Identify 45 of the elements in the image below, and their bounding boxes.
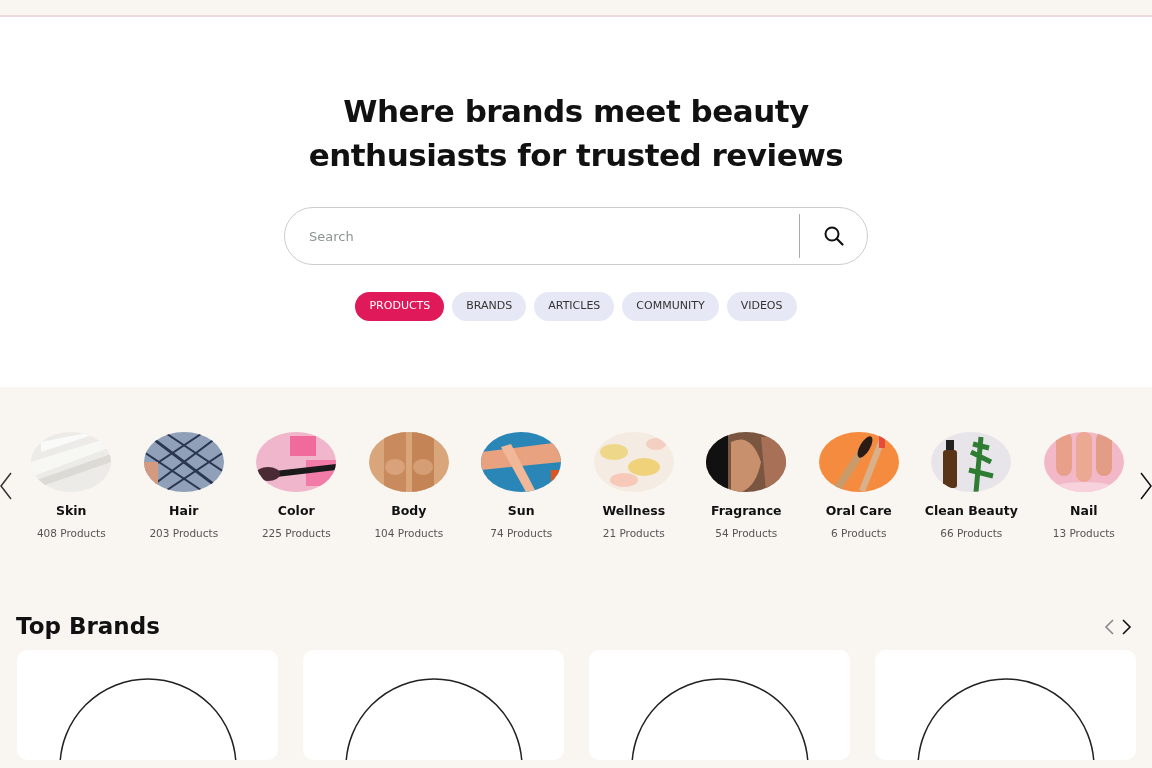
product-count: 408 Products: [35, 525, 107, 541]
chevron-right-icon: [1122, 619, 1132, 635]
category-item[interactable]: Color 225 Products: [240, 432, 353, 542]
category-name: Nail: [1069, 502, 1099, 520]
product-count: 225 Products: [260, 525, 332, 541]
category-item[interactable]: Sun 74 Products: [465, 432, 578, 542]
product-count: 13 Products: [1051, 525, 1116, 541]
category-name: Wellness: [601, 502, 667, 520]
filter-tab[interactable]: VIDEOS: [726, 292, 797, 321]
product-count: 66 Products: [939, 525, 1004, 541]
hero-title: Where brands meet beauty enthusiasts for trusted reviews: [307, 92, 845, 175]
next-button[interactable]: [1140, 472, 1152, 500]
product-count: 104 Products: [373, 525, 445, 541]
filter-tab[interactable]: PRODUCTS: [355, 292, 445, 321]
filter-tab[interactable]: COMMUNITY: [622, 292, 719, 321]
category-item[interactable]: Oral Care 6 Products: [802, 432, 915, 542]
product-count: 203 Products: [148, 525, 220, 541]
category-name: Oral Care: [824, 502, 893, 520]
search-field[interactable]: Search: [284, 207, 868, 265]
category-item[interactable]: Hair 203 Products: [127, 432, 240, 542]
filter-tab[interactable]: BRANDS: [452, 292, 527, 321]
category-item[interactable]: Clean Beauty 66 Products: [915, 432, 1028, 542]
category-item[interactable]: Fragrance 54 Products: [690, 432, 803, 542]
product-count: 21 Products: [601, 525, 666, 541]
category-item[interactable]: Skin 408 Products: [15, 432, 128, 542]
search-icon: [824, 226, 844, 246]
category-item[interactable]: Nail 13 Products: [1027, 432, 1140, 542]
product-count: 74 Products: [489, 525, 554, 541]
filter-tab[interactable]: ARTICLES: [534, 292, 615, 321]
category-name: Hair: [168, 502, 200, 520]
chevron-left-icon: [0, 472, 12, 500]
category-name: Body: [390, 502, 428, 520]
section-title: Top Brands: [16, 612, 160, 641]
product-count: 6 Products: [830, 525, 888, 541]
previous-button[interactable]: [0, 472, 12, 500]
chevron-left-icon: [1104, 619, 1114, 635]
category-name: Color: [276, 502, 316, 520]
category-name: Sun: [506, 502, 536, 520]
category-item[interactable]: Body 104 Products: [352, 432, 465, 542]
chevron-right-icon: [1140, 472, 1152, 500]
category-name: Fragrance: [709, 502, 783, 520]
category-name: Skin: [55, 502, 88, 520]
product-count: 54 Products: [714, 525, 779, 541]
category-item[interactable]: Wellness 21 Products: [577, 432, 690, 542]
category-name: Clean Beauty: [923, 502, 1019, 520]
